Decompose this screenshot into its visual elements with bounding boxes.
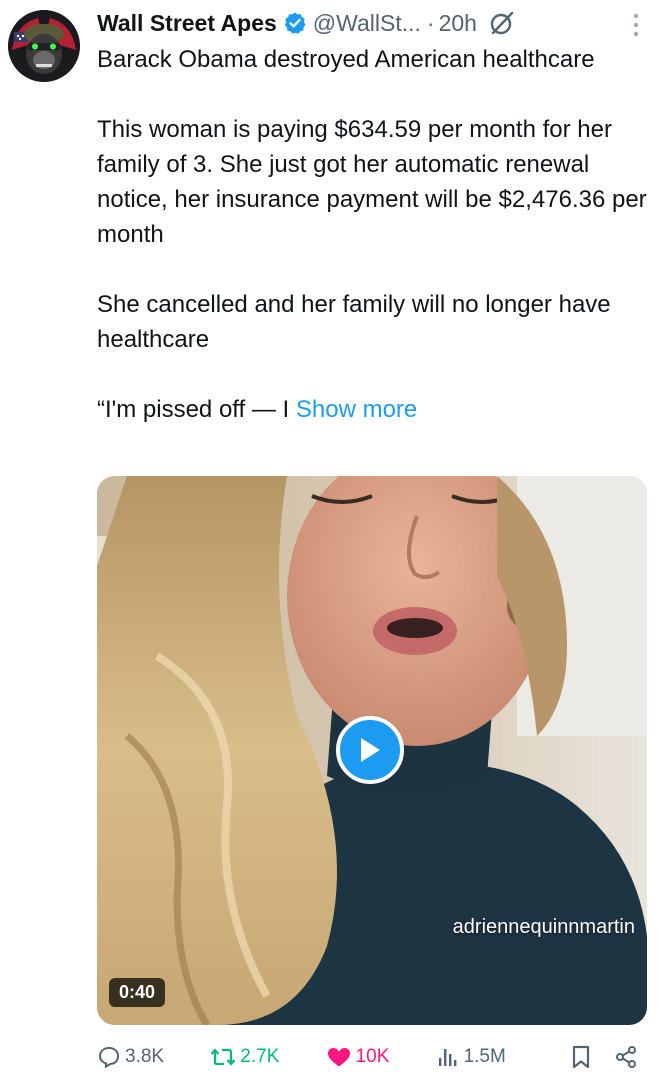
like-button[interactable]: 10K <box>326 1045 390 1069</box>
reply-icon <box>98 1046 120 1069</box>
tweet-paragraph: Barack Obama destroyed American healthca… <box>97 46 595 73</box>
reply-count: 3.8K <box>125 1046 165 1067</box>
grok-icon[interactable] <box>489 10 515 36</box>
play-button[interactable] <box>336 716 404 784</box>
action-bar: 3.8K 2.7K 10K 1.5M <box>97 1040 642 1074</box>
views-icon <box>438 1049 456 1066</box>
secondary-actions <box>552 1045 642 1069</box>
repost-icon <box>210 1048 236 1066</box>
timestamp[interactable]: 20h <box>439 10 477 37</box>
bookmark-icon <box>572 1045 590 1069</box>
tweet[interactable]: Wall Street Apes @WallSt... · 20h Barack… <box>0 0 665 1077</box>
repost-button[interactable]: 2.7K <box>210 1045 279 1069</box>
separator-dot: · <box>426 9 435 36</box>
reply-button[interactable]: 3.8K <box>97 1045 164 1069</box>
handle[interactable]: @WallSt... <box>313 10 421 37</box>
tweet-paragraph: She cancelled and her family will no lon… <box>97 291 611 353</box>
tweet-paragraph-truncated: “I'm pissed off — I Show more <box>97 392 652 427</box>
video-duration: 0:40 <box>109 978 166 1007</box>
display-name[interactable]: Wall Street Apes <box>97 10 277 37</box>
video-player[interactable]: adriennequinnmartin 0:40 <box>97 476 647 1025</box>
ape-avatar-image <box>8 10 80 82</box>
avatar[interactable] <box>8 10 80 82</box>
more-vertical-icon[interactable] <box>631 12 641 38</box>
share-button[interactable] <box>614 1045 642 1069</box>
heart-icon <box>327 1048 350 1067</box>
share-icon <box>616 1046 636 1068</box>
views-button[interactable]: 1.5M <box>436 1045 506 1069</box>
truncated-text: “I'm pissed off — I <box>97 396 290 423</box>
repost-count: 2.7K <box>240 1046 280 1067</box>
bookmark-button[interactable] <box>570 1045 596 1069</box>
show-more-link[interactable]: Show more <box>296 396 417 423</box>
tweet-header: Wall Street Apes @WallSt... · 20h <box>97 6 515 40</box>
tweet-paragraph: This woman is paying $634.59 per month f… <box>97 116 647 248</box>
verified-badge-icon <box>283 11 307 35</box>
view-count: 1.5M <box>463 1046 506 1067</box>
tweet-text: Barack Obama destroyed American healthca… <box>97 42 652 427</box>
play-icon <box>361 738 380 762</box>
like-count: 10K <box>355 1046 390 1067</box>
video-watermark: adriennequinnmartin <box>452 916 635 938</box>
